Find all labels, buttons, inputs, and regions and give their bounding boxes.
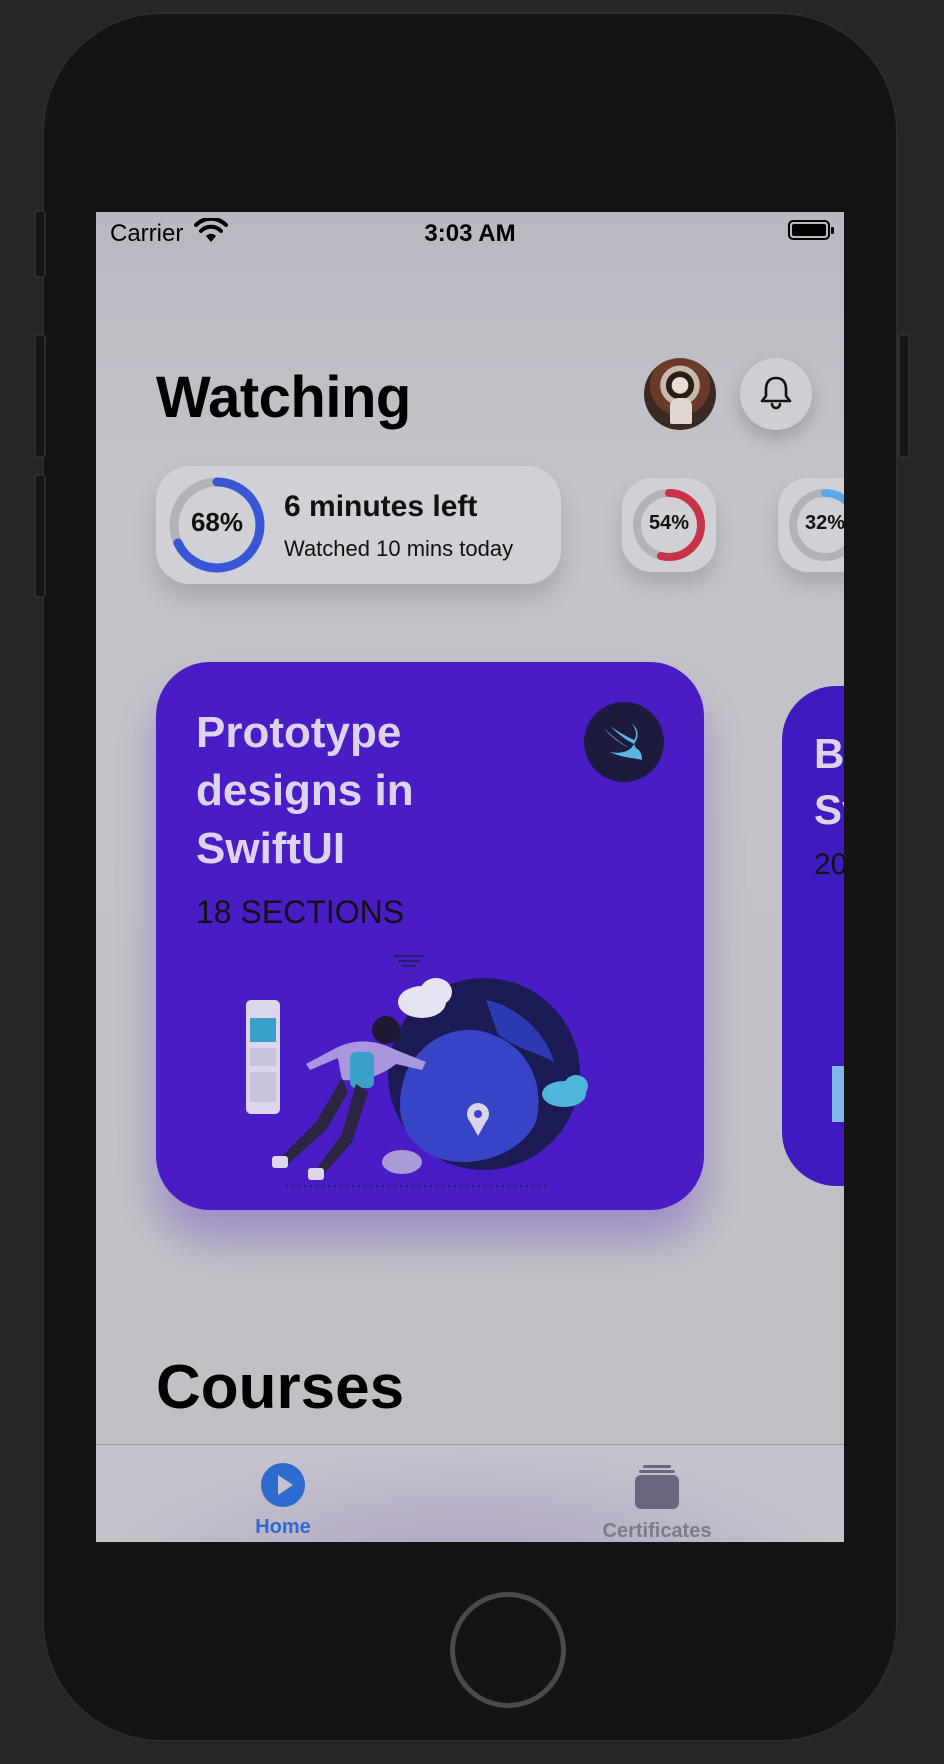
progress-card-small[interactable]: 54%: [622, 478, 716, 572]
illustration-fragment: [832, 1066, 844, 1122]
course-sections: 20: [814, 848, 844, 881]
screen: Carrier 3:03 AM Watching 68% 6 minutes l…: [96, 212, 844, 1542]
section-title: Courses: [156, 1353, 405, 1422]
tab-label: Certificates: [602, 1520, 712, 1542]
course-title: Prototype designs in SwiftUI: [196, 708, 414, 873]
tab-certificates[interactable]: Certificates: [577, 1463, 737, 1542]
progress-percent: 68%: [190, 507, 244, 537]
battery-icon: [788, 220, 834, 240]
status-bar: Carrier 3:03 AM: [96, 212, 844, 252]
tab-home[interactable]: Home: [203, 1463, 363, 1539]
progress-subtitle: Watched 10 mins today: [284, 536, 514, 561]
progress-ring: 68%: [166, 474, 268, 576]
home-button[interactable]: [450, 1592, 566, 1708]
watching-progress-card[interactable]: 68% 6 minutes left Watched 10 mins today: [156, 466, 561, 584]
course-title: Bu Sv: [814, 726, 844, 838]
course-title-line: Sv: [814, 786, 844, 833]
course-card[interactable]: Bu Sv 20: [782, 686, 844, 1186]
progress-percent: 32%: [804, 512, 844, 534]
notifications-button[interactable]: [740, 358, 812, 430]
mute-switch: [34, 210, 46, 278]
clock: 3:03 AM: [424, 220, 516, 247]
avatar[interactable]: [644, 358, 716, 430]
course-card[interactable]: Prototype designs in SwiftUI 18 SECTIONS: [156, 662, 704, 1210]
stack-icon: [633, 1465, 681, 1515]
tab-bar: Home Certificates: [96, 1444, 844, 1542]
progress-card-small[interactable]: 32%: [778, 478, 844, 572]
volume-down-button: [34, 474, 46, 598]
power-button: [898, 334, 910, 458]
volume-up-button: [34, 334, 46, 458]
swift-logo-icon: [584, 702, 664, 782]
progress-ring: 54%: [630, 486, 708, 564]
play-circle-icon: [261, 1463, 305, 1511]
progress-percent: 54%: [648, 512, 690, 534]
progress-title: 6 minutes left: [284, 490, 478, 523]
page-title: Watching: [156, 365, 411, 430]
progress-ring: 32%: [786, 486, 844, 564]
tab-label: Home: [255, 1516, 311, 1538]
astronaut-illustration: [246, 952, 626, 1207]
course-sections: 18 SECTIONS: [196, 894, 405, 930]
course-title-line: Bu: [814, 730, 844, 777]
bell-icon: [759, 374, 793, 415]
